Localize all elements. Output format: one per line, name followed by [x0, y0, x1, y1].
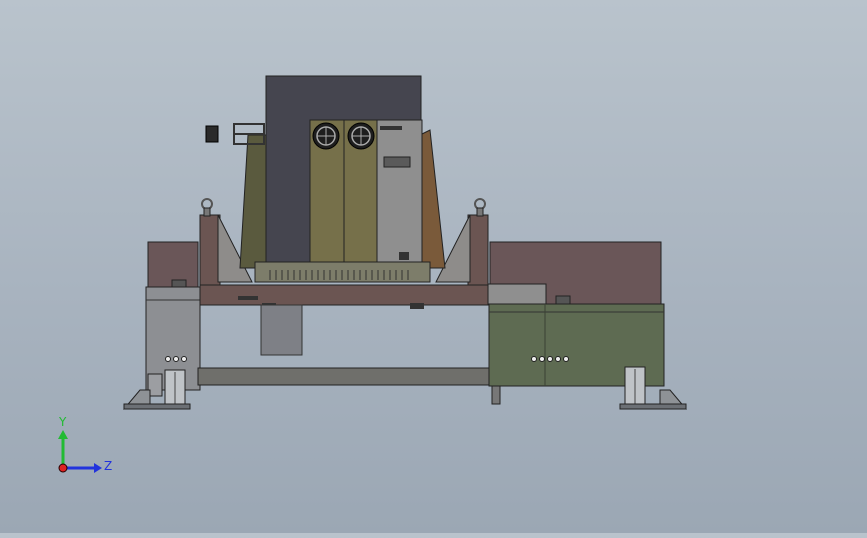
left-tower — [122, 241, 201, 410]
left-fan — [312, 122, 340, 150]
assembly-drawing: Y Z — [58, 75, 688, 473]
z-axis-label: Z — [104, 459, 112, 473]
y-axis-label: Y — [58, 415, 67, 429]
lower-beam — [197, 367, 491, 386]
machine-head — [205, 75, 446, 283]
coordinate-triad: Y Z — [58, 415, 112, 473]
right-cabinet — [487, 241, 688, 410]
x-axis-origin — [58, 463, 68, 473]
cad-viewport[interactable]: Y Z — [0, 0, 867, 533]
right-fan — [347, 122, 375, 150]
hanging-block — [260, 304, 303, 356]
